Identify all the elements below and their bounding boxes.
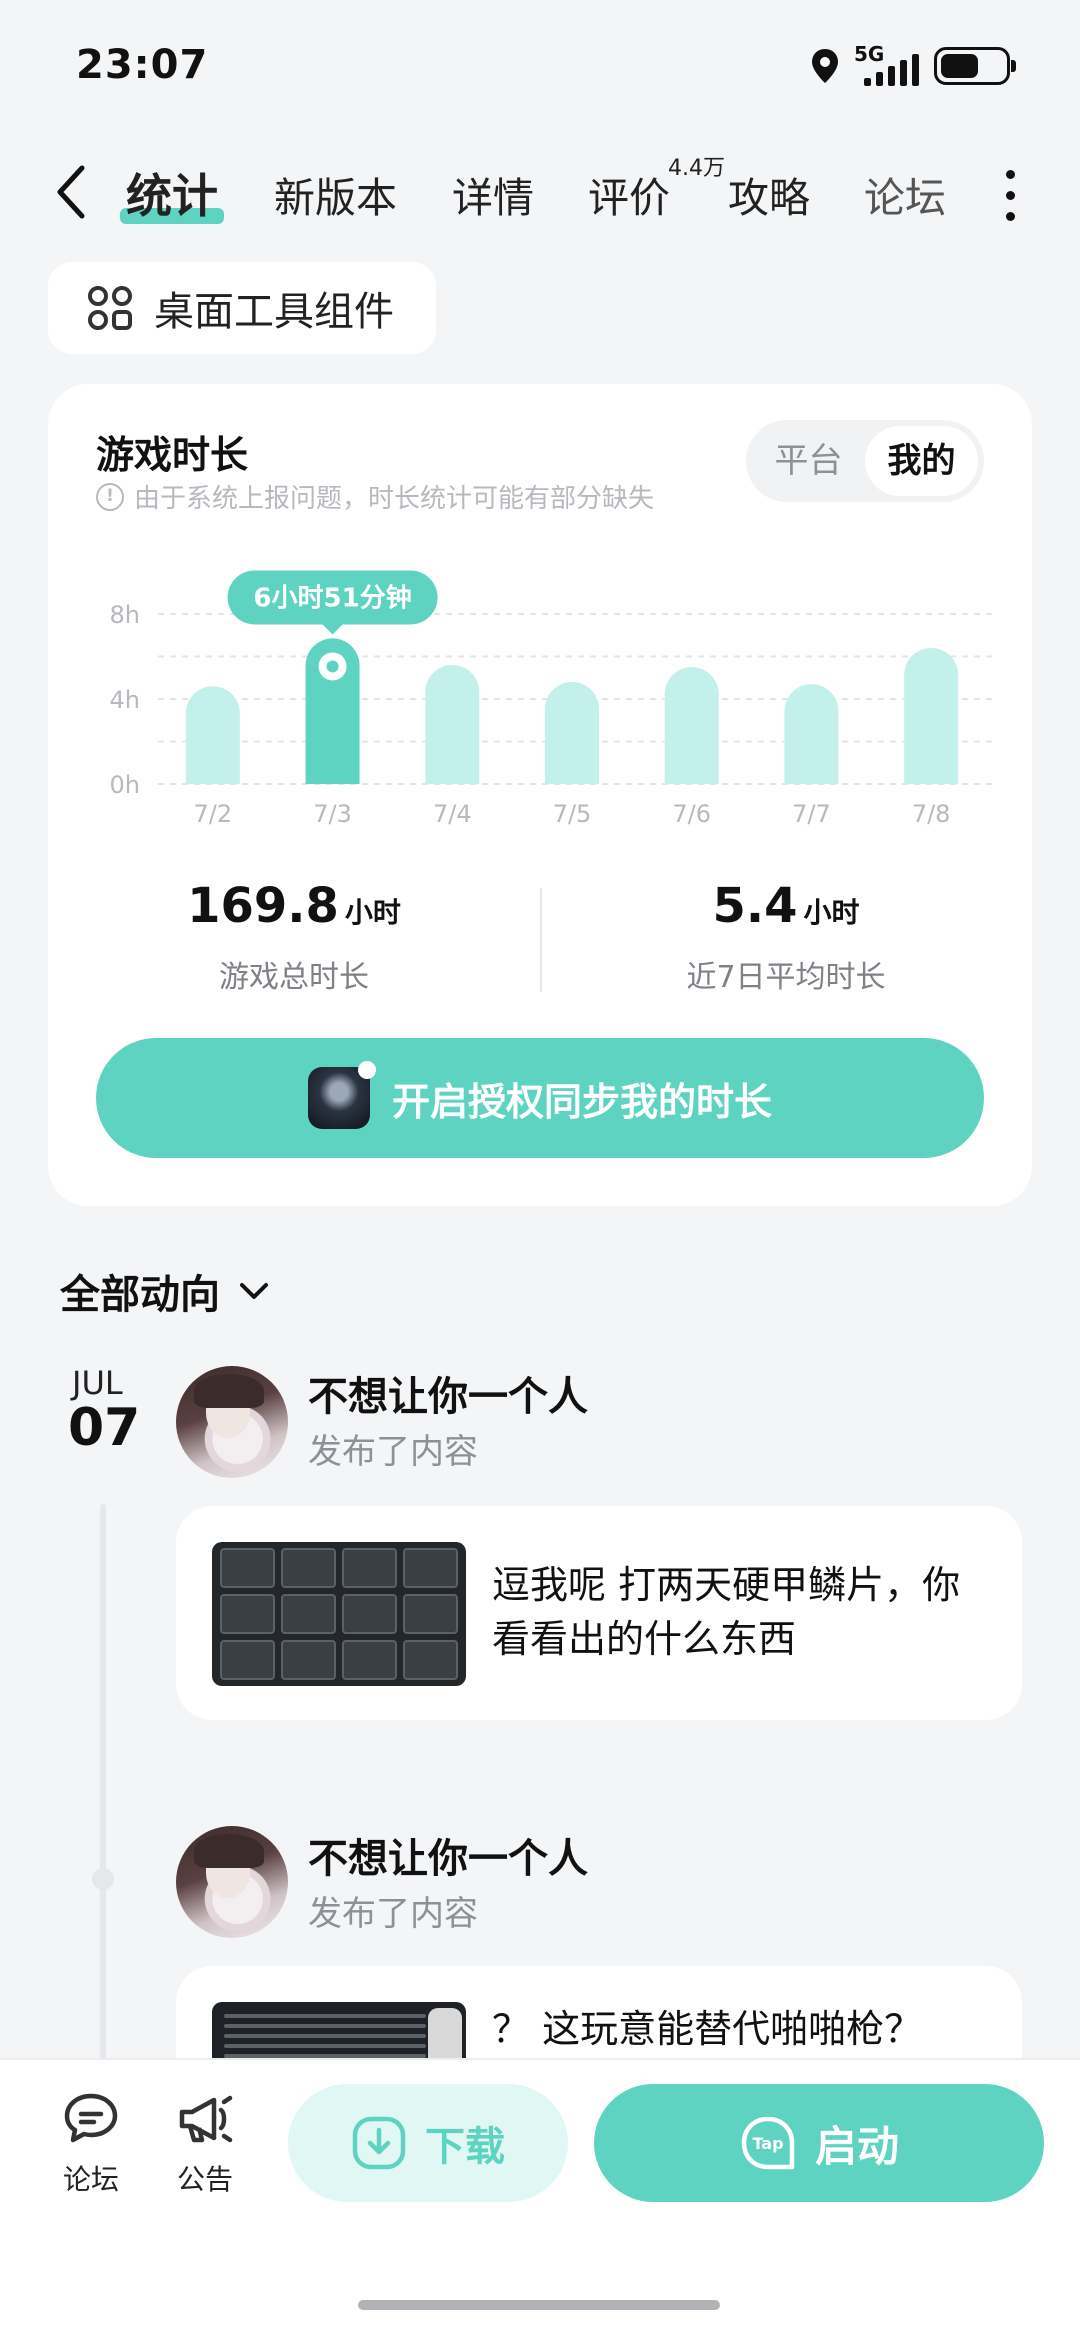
forum-nav-button[interactable]: 论坛: [46, 2088, 136, 2198]
playtime-stats: 169.8 小时 游戏总时长 5.4 小时 近7日平均时长: [48, 878, 1032, 1018]
desktop-widget-label: 桌面工具组件: [154, 289, 394, 335]
widgets-icon: [88, 286, 132, 330]
tab-stats[interactable]: 统计: [120, 160, 224, 226]
reviews-count-badge: 4.4万: [668, 156, 725, 181]
location-icon: [812, 49, 838, 83]
y-tick-label: 0h: [110, 771, 140, 799]
total-playtime: 169.8 小时 游戏总时长: [48, 878, 540, 996]
taptap-icon: Tap: [741, 2116, 795, 2170]
bar: [664, 667, 719, 784]
segment-mine[interactable]: 我的: [865, 426, 978, 496]
playtime-title: 游戏时长: [96, 433, 249, 477]
total-playtime-unit: 小时: [344, 896, 401, 929]
average-playtime: 5.4 小时 近7日平均时长: [540, 878, 1032, 996]
post-card[interactable]: ？ 这玩意能替代啪啪枪？: [176, 1966, 1022, 2058]
bar: [784, 684, 839, 784]
playtime-card: 游戏时长 ! 由于系统上报问题，时长统计可能有部分缺失 平台 我的 8h 4h 0h…: [48, 384, 1032, 1206]
average-playtime-caption: 近7日平均时长: [686, 960, 886, 995]
avatar[interactable]: [176, 1366, 288, 1478]
x-tick-label: 7/7: [792, 800, 831, 828]
segment-platform[interactable]: 平台: [752, 426, 865, 496]
feed-filter[interactable]: 全部动向: [60, 1262, 272, 1320]
post-author[interactable]: 不想让你一个人: [308, 1364, 588, 1422]
download-icon: [352, 2116, 406, 2170]
notice-text: 由于系统上报问题，时长统计可能有部分缺失: [134, 484, 655, 514]
bar: [185, 686, 240, 784]
announcement-nav-label: 公告: [176, 2163, 233, 2196]
avatar[interactable]: [176, 1826, 288, 1938]
tab-guides[interactable]: 攻略: [728, 164, 810, 224]
bar: [904, 648, 959, 784]
desktop-widget-button[interactable]: 桌面工具组件: [48, 262, 436, 354]
status-bar: 23:07 5G: [0, 0, 1080, 140]
post-image: [212, 1542, 466, 1686]
chart-tooltip-text: 6小时51分钟: [253, 582, 411, 613]
chevron-down-icon: [240, 1283, 268, 1299]
source-segmented-control: 平台 我的: [746, 420, 984, 502]
y-tick-label: 4h: [110, 686, 140, 714]
total-playtime-value: 169.8: [187, 878, 339, 934]
x-tick-label: 7/8: [912, 800, 951, 828]
post-text: ？ 这玩意能替代啪啪枪？: [492, 2007, 923, 2051]
y-tick-label: 8h: [110, 601, 140, 629]
tab-forum[interactable]: 论坛: [864, 164, 946, 224]
svg-text:Tap: Tap: [752, 2134, 783, 2153]
playtime-chart: 8h 4h 0h 7/2 7/3 6小时51分钟 7/4 7/5 7/6 7/7 7/8: [96, 534, 996, 834]
home-indicator: [358, 2300, 720, 2310]
x-tick-label: 7/5: [553, 800, 592, 828]
x-tick-label: 7/3: [313, 800, 352, 828]
playtime-notice: ! 由于系统上报问题，时长统计可能有部分缺失: [96, 478, 654, 515]
announcement-nav-button[interactable]: 公告: [160, 2088, 250, 2198]
tab-reviews[interactable]: 评价: [588, 164, 670, 224]
more-icon[interactable]: [1004, 170, 1016, 221]
feed-date-month: JUL: [72, 1364, 123, 1402]
feed-title: 全部动向: [60, 1272, 220, 1318]
bottom-action-bar: 论坛 公告 下载 Tap 启动: [0, 2058, 1080, 2338]
download-label: 下载: [425, 2124, 505, 2170]
post-author[interactable]: 不想让你一个人: [308, 1826, 588, 1884]
game-icon: [307, 1061, 376, 1129]
sync-playtime-label: 开启授权同步我的时长: [391, 1079, 772, 1124]
timeline-dot: [92, 1868, 114, 1890]
megaphone-icon: [179, 2095, 233, 2143]
post-card[interactable]: 逗我呢 打两天硬甲鳞片，你看看出的什么东西: [176, 1506, 1022, 1720]
playtime-bar-chart: 8h 4h 0h 7/2 7/3 6小时51分钟 7/4 7/5 7/6 7/7 7/8: [110, 570, 996, 828]
status-time: 23:07: [76, 42, 209, 88]
signal-icon: 5G: [854, 42, 920, 86]
bar: [545, 682, 599, 784]
post-action: 发布了内容: [308, 1894, 478, 1934]
x-tick-label: 7/6: [672, 800, 711, 828]
timeline-line: [100, 1504, 106, 2064]
tab-details[interactable]: 详情: [452, 164, 534, 224]
forum-nav-label: 论坛: [62, 2163, 119, 2196]
bar: [425, 665, 480, 784]
post-image: [212, 2002, 466, 2058]
average-playtime-unit: 小时: [803, 896, 860, 929]
x-tick-label: 7/2: [194, 800, 233, 828]
chart-tooltip-arrow: [322, 624, 343, 635]
info-icon: !: [96, 482, 124, 511]
start-label: 启动: [814, 2121, 899, 2171]
battery-icon: [934, 47, 1016, 85]
feed-date-day: 07: [68, 1398, 141, 1458]
start-button[interactable]: Tap 启动: [594, 2084, 1044, 2202]
sync-playtime-button[interactable]: 开启授权同步我的时长: [96, 1038, 984, 1158]
tab-new-version[interactable]: 新版本: [274, 164, 397, 224]
download-button[interactable]: 下载: [288, 2084, 568, 2202]
tab-label: 统计: [126, 169, 218, 223]
forum-icon: [64, 2093, 118, 2143]
highlight-marker-dot: [326, 660, 339, 673]
post-text: 逗我呢 打两天硬甲鳞片，你看看出的什么东西: [492, 1563, 961, 1661]
post-action: 发布了内容: [308, 1432, 478, 1472]
back-icon[interactable]: [52, 162, 92, 222]
total-playtime-caption: 游戏总时长: [219, 960, 369, 995]
status-icons: 5G: [810, 42, 1016, 86]
tab-bar: 统计 新版本 详情 评价 4.4万 攻略 论坛: [0, 150, 1080, 230]
average-playtime-value: 5.4: [712, 878, 798, 934]
x-tick-label: 7/4: [433, 800, 472, 828]
